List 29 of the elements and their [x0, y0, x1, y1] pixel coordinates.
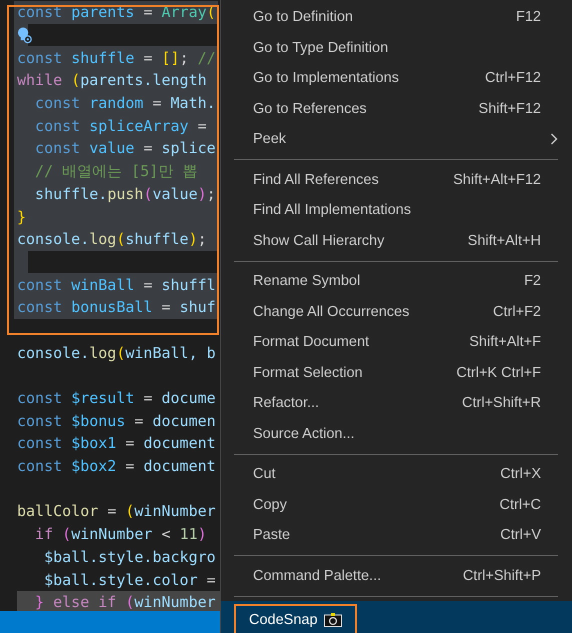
menu-item[interactable]: Format Selection Ctrl+K Ctrl+F [221, 358, 572, 388]
menu-item[interactable]: Go to References Shift+F12 [221, 94, 572, 124]
code-line: ballColor = (winNumber [16, 501, 217, 522]
menu-item[interactable]: Format Document Shift+Alt+F [221, 327, 572, 358]
code-line: const $box2 = document [16, 456, 217, 478]
lightbulb-icon[interactable] [17, 26, 32, 44]
menu-item[interactable]: Cut Ctrl+X [221, 459, 572, 490]
menu-item[interactable]: Go to Definition F12 [221, 2, 572, 32]
menu-item[interactable]: Rename Symbol F2 [221, 266, 572, 296]
menu-item[interactable]: CodeSnap [221, 601, 572, 633]
menu-item[interactable]: Find All References Shift+Alt+F12 [221, 164, 572, 195]
code-line: const $box1 = document [16, 433, 217, 454]
menu-item[interactable]: Copy Ctrl+C [221, 490, 572, 520]
menu-item[interactable]: Find All Implementations [221, 195, 572, 226]
menu-item[interactable]: Show Call Hierarchy Shift+Alt+H [221, 226, 572, 256]
code-line: if (winNumber < 11) [34, 524, 208, 546]
menu-item[interactable]: Peek [221, 124, 572, 154]
menu-item[interactable]: Change All Occurrences Ctrl+F2 [221, 296, 572, 327]
menu-item[interactable]: Refactor... Ctrl+Shift+R [221, 388, 572, 418]
code-line: $ball.style.backgro [43, 546, 217, 568]
menu-item[interactable]: Command Palette... Ctrl+Shift+P [221, 560, 572, 591]
code-line: console.log(winBall, b [16, 342, 217, 364]
menu-item[interactable]: Paste Ctrl+V [221, 520, 572, 550]
menu-item[interactable]: Go to Implementations Ctrl+F12 [221, 63, 572, 94]
code-line: const $bonus = documen [16, 410, 217, 432]
menu-item[interactable]: Source Action... [221, 418, 572, 449]
code-line: $ball.style.color = [43, 570, 217, 591]
menu-item[interactable]: Go to Type Definition [221, 32, 572, 63]
code-line: const $result = docume [16, 388, 217, 410]
